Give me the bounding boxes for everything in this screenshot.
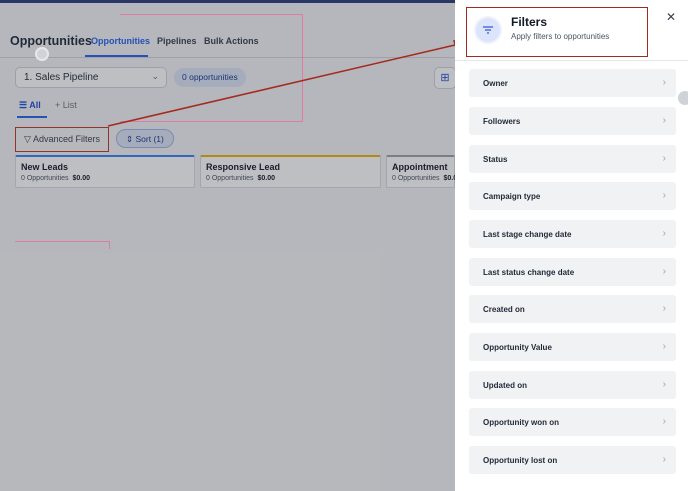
filter-item-label: Campaign type — [483, 192, 541, 201]
filter-item-label: Last status change date — [483, 268, 575, 277]
filter-item-label: Opportunity Value — [483, 343, 552, 352]
chevron-right-icon: › — [662, 77, 666, 88]
filter-item-label: Owner — [483, 79, 508, 88]
filter-item-opportunity-lost-on[interactable]: Opportunity lost on › — [469, 446, 676, 474]
guide-line — [120, 14, 302, 15]
chevron-right-icon: › — [662, 454, 666, 465]
filter-item-status[interactable]: Status › — [469, 145, 676, 173]
filter-item-opportunity-value[interactable]: Opportunity Value › — [469, 333, 676, 361]
drawer-title: Filters — [511, 15, 548, 29]
close-icon[interactable]: ✕ — [664, 10, 678, 24]
filters-drawer: Filters Apply filters to opportunities ✕… — [455, 0, 688, 491]
scroll-indicator[interactable] — [678, 91, 688, 105]
modal-backdrop[interactable] — [0, 0, 455, 491]
filter-item-label: Created on — [483, 305, 525, 314]
drawer-header: Filters Apply filters to opportunities — [466, 7, 648, 57]
chevron-right-icon: › — [662, 190, 666, 201]
filter-item-label: Updated on — [483, 381, 527, 390]
guide-line — [15, 241, 109, 242]
filter-item-label: Followers — [483, 117, 521, 126]
guide-line — [109, 241, 110, 249]
filter-item-label: Opportunity lost on — [483, 456, 558, 465]
filter-item-last-stage-change-date[interactable]: Last stage change date › — [469, 220, 676, 248]
chevron-right-icon: › — [662, 228, 666, 239]
drawer-divider — [455, 60, 688, 61]
filter-item-followers[interactable]: Followers › — [469, 107, 676, 135]
filter-item-updated-on[interactable]: Updated on › — [469, 371, 676, 399]
filter-lines-icon — [474, 16, 502, 44]
chevron-right-icon: › — [662, 379, 666, 390]
guide-line — [302, 14, 303, 122]
filter-item-created-on[interactable]: Created on › — [469, 295, 676, 323]
chevron-right-icon: › — [662, 303, 666, 314]
filter-item-last-status-change-date[interactable]: Last status change date › — [469, 258, 676, 286]
drawer-subtitle: Apply filters to opportunities — [511, 32, 610, 41]
filter-item-label: Last stage change date — [483, 230, 572, 239]
filter-item-campaign-type[interactable]: Campaign type › — [469, 182, 676, 210]
chevron-right-icon: › — [662, 115, 666, 126]
drag-handle-dot — [35, 47, 49, 61]
chevron-right-icon: › — [662, 341, 666, 352]
filter-item-label: Status — [483, 155, 508, 164]
guide-line — [120, 121, 302, 122]
filter-item-label: Opportunity won on — [483, 418, 559, 427]
chevron-right-icon: › — [662, 153, 666, 164]
filter-item-opportunity-won-on[interactable]: Opportunity won on › — [469, 408, 676, 436]
chevron-right-icon: › — [662, 416, 666, 427]
chevron-right-icon: › — [662, 266, 666, 277]
filter-item-owner[interactable]: Owner › — [469, 69, 676, 97]
